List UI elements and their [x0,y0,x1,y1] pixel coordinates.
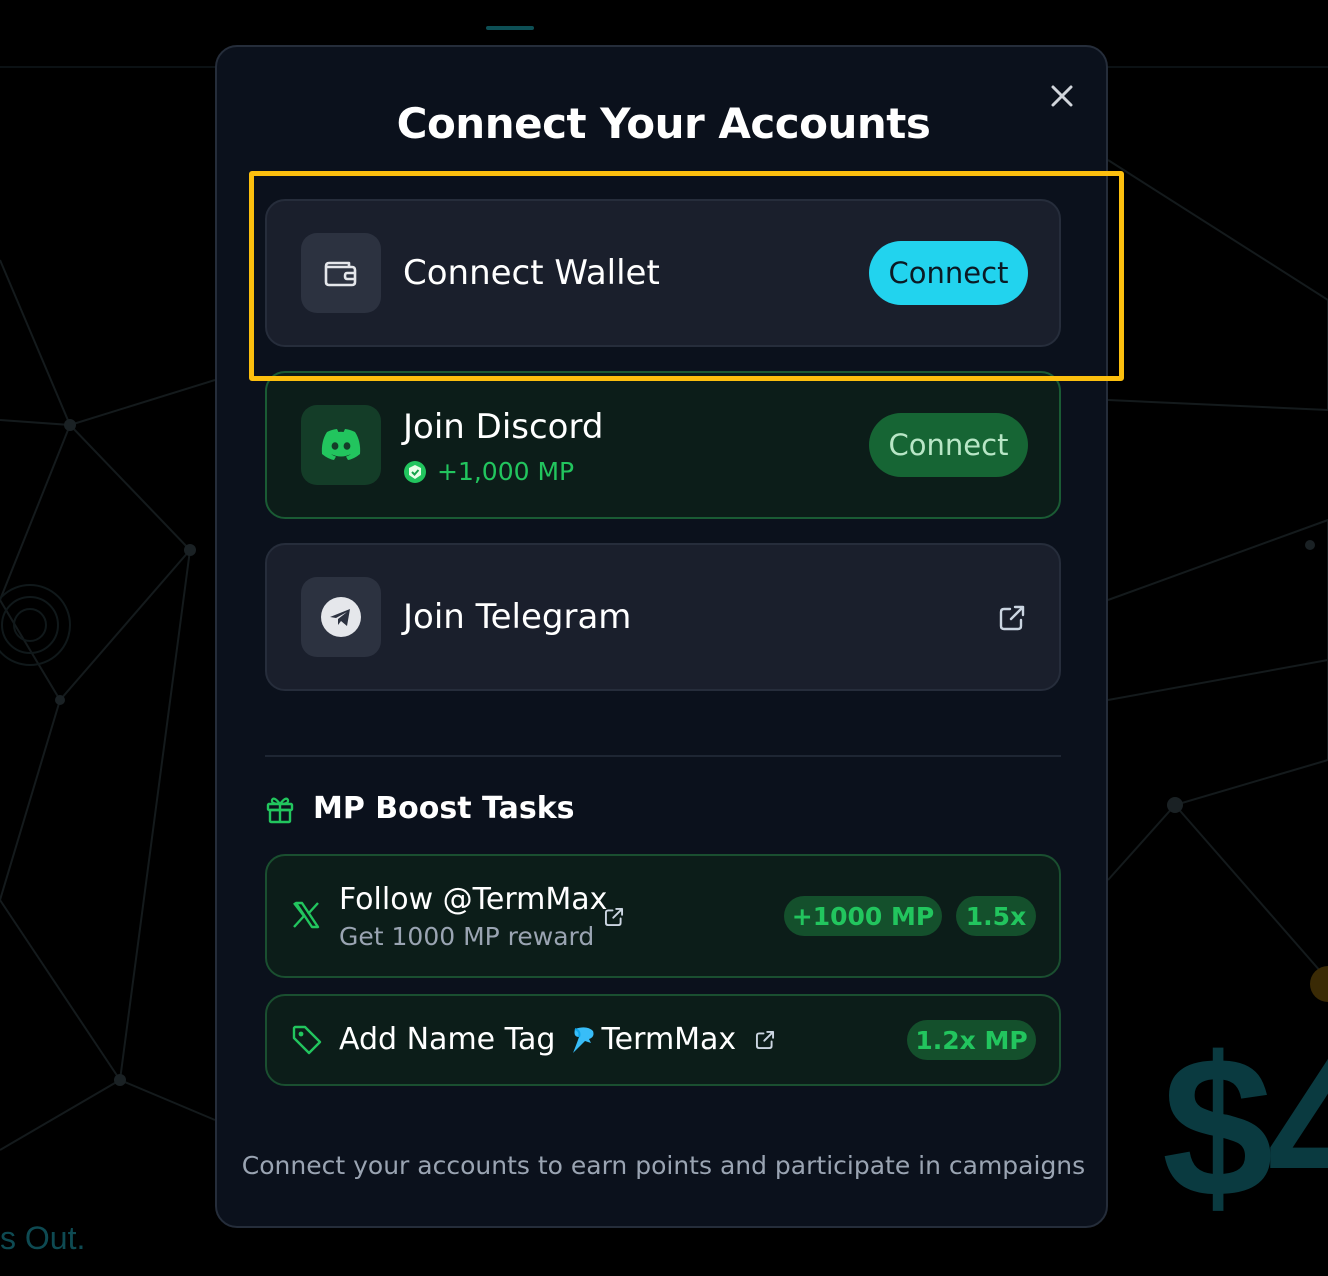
tag-icon [291,1024,323,1056]
follow-task-title-text: Follow @TermMax [339,882,608,917]
mp-boost-heading-text: MP Boost Tasks [313,791,575,826]
connect-discord-button[interactable]: Connect [869,413,1028,477]
telegram-icon [321,597,361,637]
telegram-external-link[interactable] [997,603,1027,633]
discord-reward: +1,000 MP [403,457,574,486]
modal-title: Connect Your Accounts [396,99,931,148]
footer-note: Connect your accounts to earn points and… [241,1151,1086,1180]
telegram-icon-tile [301,577,381,657]
external-link-icon [999,605,1025,631]
background-active-tab-indicator [486,26,534,30]
section-divider [265,755,1061,757]
name-tag-prefix: Add Name Tag [339,1022,556,1057]
join-discord-card: Join Discord +1,000 MP Connect [265,371,1061,519]
mp-badge-icon [403,460,427,484]
background-partial-text: s Out. [0,1220,86,1256]
join-discord-label: Join Discord [403,407,604,447]
follow-task-title: Follow @TermMax [339,882,607,917]
follow-termmax-task[interactable]: Follow @TermMax Get 1000 MP reward +1000… [265,854,1061,978]
name-tag-title: Add Name Tag TermMax [339,1022,776,1057]
follow-task-subtitle: Get 1000 MP reward [339,922,595,951]
follow-multiplier-badge: 1.5x [956,896,1036,936]
background-partial-price: $4 [1162,1016,1328,1239]
gift-icon [265,794,295,824]
discord-reward-text: +1,000 MP [437,457,575,486]
join-telegram-card[interactable]: Join Telegram [265,543,1061,691]
external-link-icon [756,1030,775,1049]
dolphin-icon [569,1025,597,1055]
join-telegram-label: Join Telegram [403,597,632,637]
mp-boost-heading: MP Boost Tasks [265,791,575,826]
name-tag-brand: TermMax [601,1022,737,1057]
discord-icon-tile [301,405,381,485]
x-logo-icon [291,900,321,930]
external-link-icon [604,907,624,927]
highlight-box [249,171,1124,381]
add-name-tag-task[interactable]: Add Name Tag TermMax 1.2x MP [265,994,1061,1086]
name-tag-external-link[interactable] [754,1029,776,1051]
name-tag-multiplier-badge: 1.2x MP [907,1020,1036,1060]
follow-points-badge: +1000 MP [784,896,942,936]
follow-external-link[interactable] [603,906,625,928]
discord-icon [321,429,361,460]
